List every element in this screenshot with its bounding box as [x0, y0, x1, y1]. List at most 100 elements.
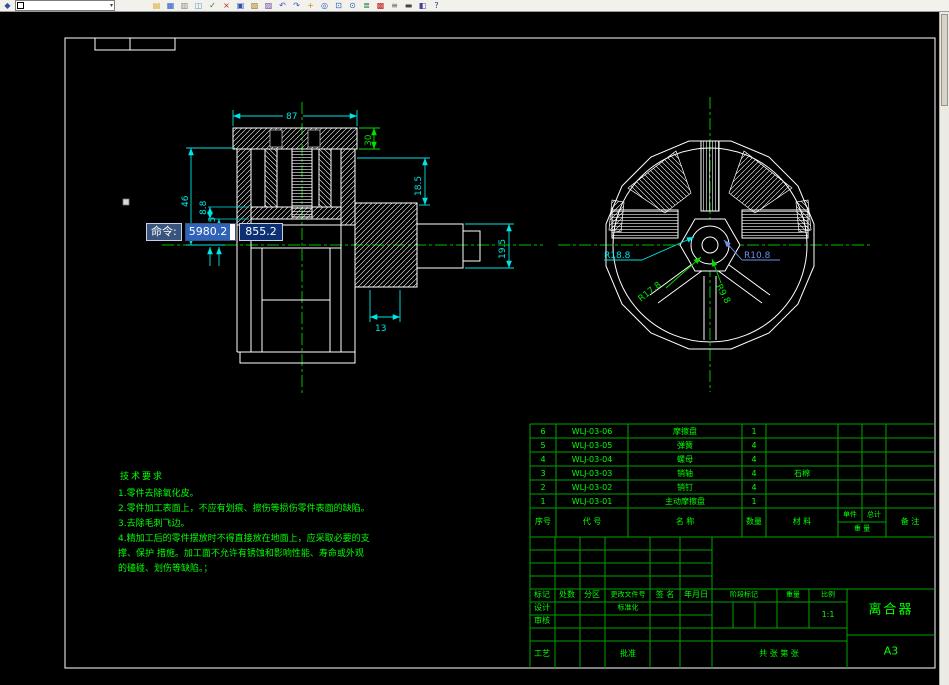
titleblock-label-zone[interactable]: 分区 — [584, 591, 600, 599]
titleblock-sheets[interactable]: 共 张 第 张 — [759, 650, 799, 658]
plot-icon[interactable]: ▥ — [179, 1, 190, 11]
titleblock-label-date[interactable]: 年月日 — [684, 591, 708, 599]
part-material[interactable]: 石棉 — [766, 468, 838, 479]
layer-combo[interactable]: ▾ — [15, 0, 115, 11]
parts-list: 6 WLJ-03-06 摩擦盘 1 5 WLJ-03-05 弹簧 4 4 WLJ… — [530, 424, 935, 508]
toolbar: ◆ ▾ ▤ ▦ ▥ ◫ ✓ × ▣ ▧ ▨ ↶ ↷ + ◎ ⊡ ⊙ ≣ ▩ ≡ … — [0, 0, 949, 12]
parts-header-name[interactable]: 名 称 — [676, 518, 695, 526]
drawing-title[interactable]: 离合器 — [868, 604, 913, 617]
part-name[interactable]: 主动摩擦盘 — [628, 496, 742, 507]
pan-icon[interactable]: + — [305, 1, 316, 11]
part-qty[interactable]: 4 — [742, 483, 766, 492]
part-name[interactable]: 螺母 — [628, 454, 742, 465]
parts-header-weight[interactable]: 重 量 — [854, 525, 870, 533]
parts-header-code[interactable]: 代 号 — [583, 518, 602, 526]
tech-requirements-list: 1.零件去除氧化皮。 2.零件加工表面上，不应有划痕、擦伤等损伤零件表面的缺陷。… — [118, 487, 370, 577]
part-name[interactable]: 摩擦盘 — [628, 426, 742, 437]
titleblock-label-change-doc[interactable]: 更改文件号 — [611, 591, 646, 599]
titleblock-label-count[interactable]: 处数 — [559, 591, 575, 599]
titleblock-label-process[interactable]: 工艺 — [534, 650, 550, 658]
part-code[interactable]: WLJ-03-02 — [556, 483, 628, 492]
parts-list-row[interactable]: 6 WLJ-03-06 摩擦盘 1 — [530, 424, 935, 438]
zoom-window-icon[interactable]: ⊡ — [333, 1, 344, 11]
part-seq[interactable]: 2 — [530, 483, 556, 492]
cut-icon[interactable]: × — [221, 1, 232, 11]
parts-header-material[interactable]: 材 料 — [793, 518, 812, 526]
titleblock-scale-value[interactable]: 1:1 — [822, 611, 835, 619]
part-name[interactable]: 销轴 — [628, 468, 742, 479]
linetype-icon[interactable]: ≡ — [389, 1, 400, 11]
coordinate-x-value[interactable]: 5980.2 — [185, 224, 231, 240]
titleblock-label-scale[interactable]: 比例 — [821, 591, 835, 599]
titleblock-label-sign[interactable]: 签 名 — [656, 591, 675, 599]
layers-icon[interactable]: ≣ — [361, 1, 372, 11]
cad-window: 87 30 18.5 19.5 46 8.8 13 R18.8 R10.8 R1… — [0, 0, 949, 685]
zoom-previous-icon[interactable]: ⊙ — [347, 1, 358, 11]
parts-list-row[interactable]: 5 WLJ-03-05 弹簧 4 — [530, 438, 935, 452]
layer-color-icon[interactable]: ▩ — [375, 1, 386, 11]
part-code[interactable]: WLJ-03-01 — [556, 497, 628, 506]
toolbar-icons: ▤ ▦ ▥ ◫ ✓ × ▣ ▧ ▨ ↶ ↷ + ◎ ⊡ ⊙ ≣ ▩ ≡ ▬ ◧ … — [151, 1, 442, 11]
part-seq[interactable]: 4 — [530, 455, 556, 464]
paste-icon[interactable]: ▧ — [249, 1, 260, 11]
scrollbar-thumb[interactable] — [941, 14, 948, 106]
tech-requirements-title[interactable]: 技术要求 — [120, 470, 370, 484]
part-seq[interactable]: 5 — [530, 441, 556, 450]
plot-preview-icon[interactable]: ◫ — [193, 1, 204, 11]
parts-header-total[interactable]: 总计 — [867, 511, 881, 519]
parts-header-seq[interactable]: 序号 — [535, 518, 551, 526]
help-icon[interactable]: ? — [431, 1, 442, 11]
open-icon[interactable]: ▤ — [151, 1, 162, 11]
part-seq[interactable]: 3 — [530, 469, 556, 478]
titleblock-label-approve[interactable]: 批准 — [620, 650, 636, 658]
undo-icon[interactable]: ↶ — [277, 1, 288, 11]
titleblock-label-weight[interactable]: 重量 — [786, 591, 800, 599]
parts-list-row[interactable]: 1 WLJ-03-01 主动摩擦盘 1 — [530, 494, 935, 508]
match-properties-icon[interactable]: ▨ — [263, 1, 274, 11]
parts-list-row[interactable]: 4 WLJ-03-04 螺母 4 — [530, 452, 935, 466]
part-code[interactable]: WLJ-03-04 — [556, 455, 628, 464]
part-code[interactable]: WLJ-03-05 — [556, 441, 628, 450]
part-code[interactable]: WLJ-03-06 — [556, 427, 628, 436]
titleblock-label-review[interactable]: 审核 — [534, 617, 550, 625]
titleblock-label-mark[interactable]: 标记 — [534, 591, 550, 599]
copy-icon[interactable]: ▣ — [235, 1, 246, 11]
spell-check-icon[interactable]: ✓ — [207, 1, 218, 11]
tech-requirement-line[interactable]: 2.零件加工表面上，不应有划痕、擦伤等损伤零件表面的缺陷。 — [118, 502, 370, 517]
titleblock-label-design[interactable]: 设计 — [534, 604, 550, 612]
parts-list-row[interactable]: 3 WLJ-03-03 销轴 4 石棉 — [530, 466, 935, 480]
parts-header-qty[interactable]: 数量 — [746, 518, 762, 526]
part-qty[interactable]: 1 — [742, 427, 766, 436]
paper-size[interactable]: A3 — [884, 646, 899, 657]
dynamic-input-tooltip: 命令: 5980.2 855.2 — [146, 223, 283, 241]
part-name[interactable]: 弹簧 — [628, 440, 742, 451]
part-qty[interactable]: 1 — [742, 497, 766, 506]
coordinate-input-x[interactable]: 5980.2 — [184, 223, 237, 241]
part-qty[interactable]: 4 — [742, 469, 766, 478]
part-qty[interactable]: 4 — [742, 455, 766, 464]
part-code[interactable]: WLJ-03-03 — [556, 469, 628, 478]
parts-header-notes[interactable]: 备 注 — [901, 518, 920, 526]
tech-requirements[interactable]: 技术要求 1.零件去除氧化皮。 2.零件加工表面上，不应有划痕、擦伤等损伤零件表… — [118, 470, 370, 577]
titleblock-label-standard[interactable]: 标准化 — [618, 604, 639, 612]
titleblock-label-stage[interactable]: 阶段标记 — [730, 591, 758, 599]
parts-list-row[interactable]: 2 WLJ-03-02 销钉 4 — [530, 480, 935, 494]
part-seq[interactable]: 1 — [530, 497, 556, 506]
lineweight-icon[interactable]: ▬ — [403, 1, 414, 11]
app-icon[interactable]: ◆ — [2, 1, 13, 11]
part-qty[interactable]: 4 — [742, 441, 766, 450]
combo-dropdown-arrow[interactable]: ▾ — [110, 2, 113, 9]
properties-icon[interactable]: ◧ — [417, 1, 428, 11]
tech-requirement-line[interactable]: 4.精加工后的零件摆放时不得直接放在地面上，应采取必要的支撑、保护 措施。加工面… — [118, 532, 370, 577]
zoom-realtime-icon[interactable]: ◎ — [319, 1, 330, 11]
coordinate-input-y[interactable]: 855.2 — [239, 223, 283, 241]
part-seq[interactable]: 6 — [530, 427, 556, 436]
text-caret — [230, 224, 236, 240]
save-icon[interactable]: ▦ — [165, 1, 176, 11]
part-name[interactable]: 销钉 — [628, 482, 742, 493]
tech-requirement-line[interactable]: 1.零件去除氧化皮。 — [118, 487, 370, 502]
redo-icon[interactable]: ↷ — [291, 1, 302, 11]
parts-header-unit[interactable]: 单件 — [843, 511, 857, 519]
vertical-scrollbar[interactable] — [939, 12, 949, 685]
tech-requirement-line[interactable]: 3.去除毛刺飞边。 — [118, 517, 370, 532]
